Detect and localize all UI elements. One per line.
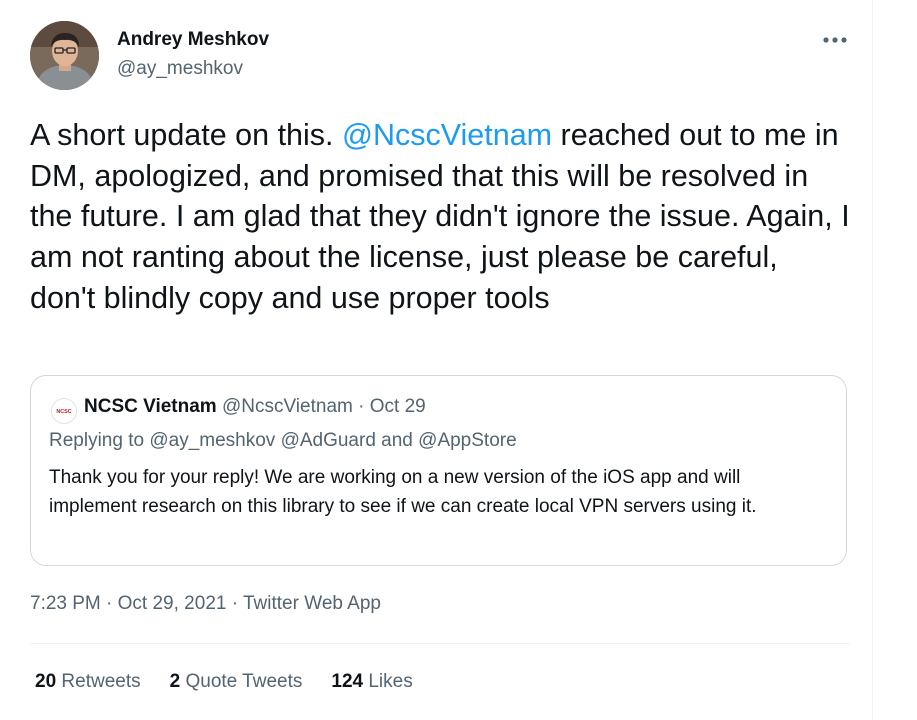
more-options-button[interactable] [818,26,852,54]
ncsc-logo-text: NCSC [56,409,71,415]
tweet: Andrey Meshkov @ay_meshkov A short updat… [0,0,872,720]
ncsc-logo-icon: NCSC [54,408,74,415]
quote-date[interactable]: Oct 29 [370,396,426,417]
author-avatar[interactable] [30,21,99,90]
timestamp-separator-1: · [100,593,118,614]
tweet-text-part-1: A short update on this. [30,118,342,152]
quote-tweets-count: 2 [169,671,181,692]
likes-count: 124 [331,671,364,692]
quote-author-name[interactable]: NCSC Vietnam [84,396,217,417]
quote-text: Thank you for your reply! We are working… [49,467,757,517]
quote-author-avatar[interactable]: NCSC [51,398,77,424]
mention-link[interactable]: @NcscVietnam [342,118,552,152]
tweet-source[interactable]: Twitter Web App [243,593,381,614]
tweet-timestamp: 7:23 PM · Oct 29, 2021 · Twitter Web App [30,593,381,615]
more-horizontal-icon [823,37,847,43]
retweets-label: Retweets [61,671,141,692]
retweets-count: 20 [35,671,57,692]
tweet-date[interactable]: Oct 29, 2021 [118,593,227,614]
likes-label: Likes [368,671,413,692]
author-name[interactable]: Andrey Meshkov [117,29,269,51]
author-handle[interactable]: @ay_meshkov [117,58,243,80]
quote-replying-to: Replying to @ay_meshkov @AdGuard and @Ap… [49,430,517,451]
tweet-page: Andrey Meshkov @ay_meshkov A short updat… [0,0,917,720]
quote-header: NCSC Vietnam @NcscVietnam · Oct 29 [84,396,426,418]
quote-separator: · [352,396,370,417]
likes-link[interactable]: 124 Likes [331,671,412,693]
retweets-link[interactable]: 20 Retweets [35,671,141,693]
stats-divider [30,643,850,644]
tweet-text: A short update on this. @NcscVietnam rea… [30,115,850,319]
timestamp-separator-2: · [226,593,243,614]
timeline-border [872,0,873,720]
user-avatar-icon [30,21,99,90]
quoted-tweet[interactable]: NCSC NCSC Vietnam @NcscVietnam · Oct 29 … [30,375,847,566]
tweet-stats: 20 Retweets 2 Quote Tweets 124 Likes [35,671,442,693]
quote-author-handle[interactable]: @NcscVietnam [222,396,353,417]
tweet-time[interactable]: 7:23 PM [30,593,101,614]
quote-tweets-link[interactable]: 2 Quote Tweets [170,671,303,693]
quote-tweets-label: Quote Tweets [185,671,303,692]
